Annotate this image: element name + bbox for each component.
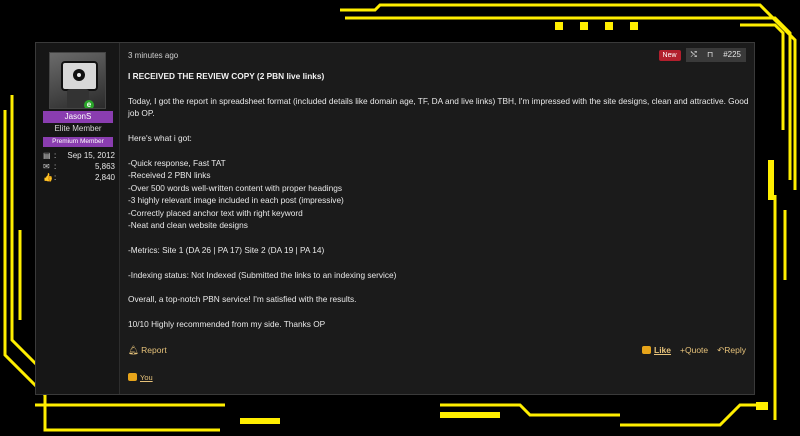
stat-reactions: 👍 : 2,840: [43, 173, 115, 182]
user-sidebar: e JasonS Elite Member Premium Member ▤ :…: [36, 43, 120, 394]
rating-line: 10/10 Highly recommended from my side. T…: [128, 319, 326, 330]
post-title: I RECEIVED THE REVIEW COPY (2 PBN live l…: [128, 71, 325, 81]
stat-messages: ✉ : 5,863: [43, 162, 115, 171]
list-item: -Received 2 PBN links: [128, 170, 211, 181]
like-button[interactable]: Like: [642, 345, 671, 356]
post-body: Today, I got the report in spreadsheet f…: [128, 95, 753, 343]
post-timestamp[interactable]: 3 minutes ago: [128, 51, 178, 60]
post-content: 3 minutes ago New ⤭ ⊓ #225 I RECEIVED TH…: [128, 43, 748, 394]
messages-icon: ✉: [43, 162, 50, 171]
list-item: -Over 500 words well-written content wit…: [128, 182, 342, 193]
paragraph: Here's what i got:: [128, 133, 192, 144]
new-badge: New: [658, 49, 681, 61]
user-title: Elite Member: [54, 124, 102, 133]
post-footer: 🔔︎ Report Like +Quote ↶Reply: [128, 345, 746, 359]
paragraph: Today, I got the report in spreadsheet f…: [128, 96, 749, 119]
metrics-line: -Metrics: Site 1 (DA 26 | PA 17) Site 2 …: [128, 244, 325, 255]
calendar-icon: ▤: [43, 151, 51, 160]
list-item: -Correctly placed anchor text with right…: [128, 207, 303, 218]
list-item: -Neat and clean website designs: [128, 220, 248, 231]
list-item: -3 highly relevant image included in eac…: [128, 195, 344, 206]
bell-icon: 🔔︎: [128, 345, 139, 355]
bookmark-icon[interactable]: ⊓: [702, 48, 718, 62]
reaction-user[interactable]: You: [140, 373, 153, 382]
avatar[interactable]: e: [49, 52, 106, 109]
username[interactable]: JasonS: [43, 111, 113, 123]
reactions-bar[interactable]: You: [128, 373, 153, 382]
post-number[interactable]: #225: [718, 48, 746, 62]
thumbs-up-icon: [642, 346, 651, 354]
indexing-line: -Indexing status: Not Indexed (Submitted…: [128, 269, 397, 280]
thumbs-up-icon: [128, 373, 137, 381]
thumbs-up-icon: 👍: [43, 173, 53, 182]
reply-button[interactable]: ↶Reply: [717, 345, 746, 356]
user-banner: Premium Member: [43, 137, 113, 147]
post-actions: New ⤭ ⊓ #225: [658, 48, 746, 62]
online-badge-icon: e: [84, 100, 94, 108]
overall-line: Overall, a top-notch PBN service! I'm sa…: [128, 294, 357, 305]
list-item: -Quick response, Fast TAT: [128, 158, 226, 168]
report-button[interactable]: 🔔︎ Report: [128, 345, 167, 356]
quote-button[interactable]: +Quote: [680, 345, 708, 356]
stat-joined: ▤ : Sep 15, 2012: [43, 151, 115, 160]
share-icon[interactable]: ⤭: [686, 48, 702, 62]
forum-post: e JasonS Elite Member Premium Member ▤ :…: [35, 42, 755, 395]
